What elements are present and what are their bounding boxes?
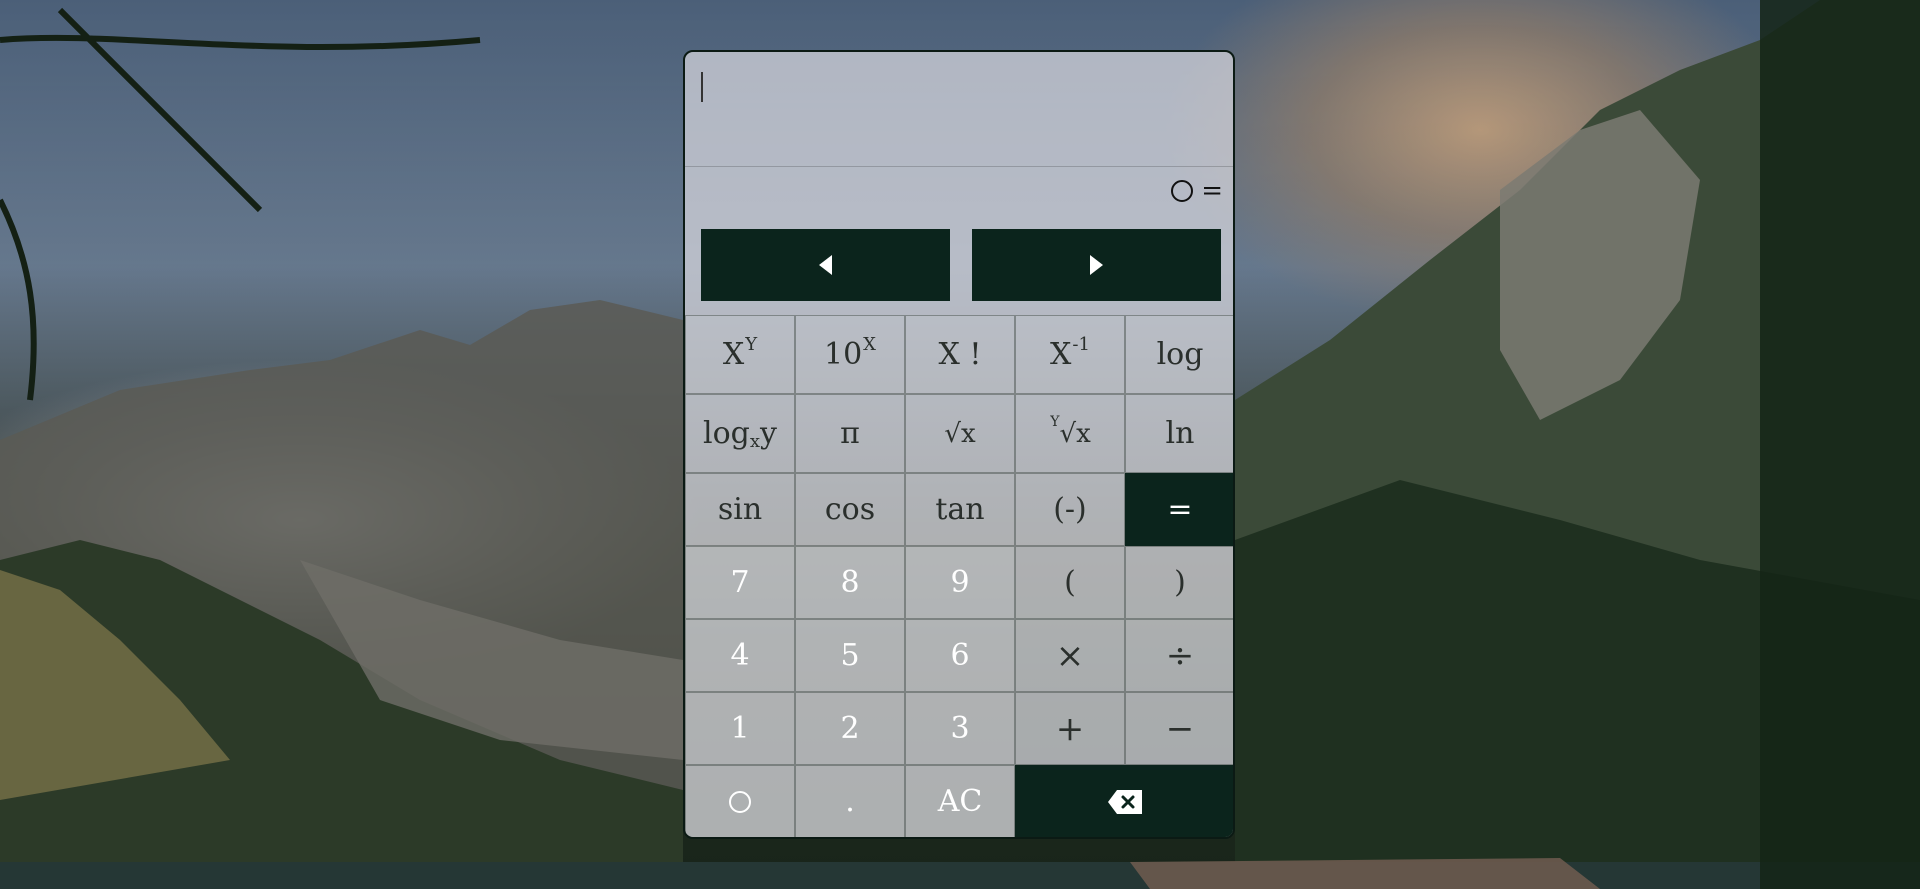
decimal-point-key[interactable]: . xyxy=(795,765,905,837)
nth-root-key-index: Y xyxy=(1050,413,1060,430)
backspace-key[interactable] xyxy=(1015,765,1233,837)
digit-0-key[interactable] xyxy=(685,765,795,837)
log-key[interactable]: log xyxy=(1125,315,1233,394)
logxy-key-base: x xyxy=(749,431,761,452)
digit-1-key[interactable]: 1 xyxy=(685,692,795,765)
power-key[interactable]: XY xyxy=(685,315,795,394)
digit-6-key[interactable]: 6 xyxy=(905,619,1015,692)
factorial-key-bang: ! xyxy=(969,337,982,372)
digit-2-label: 2 xyxy=(840,711,860,746)
digit-9-label: 9 xyxy=(950,565,970,600)
digit-8-label: 8 xyxy=(840,565,860,600)
all-clear-label: AC xyxy=(937,784,983,819)
close-paren-label: ) xyxy=(1174,565,1186,600)
digit-4-label: 4 xyxy=(730,638,750,673)
decimal-point-label: . xyxy=(845,784,855,819)
factorial-key[interactable]: X ! xyxy=(905,315,1015,394)
ten-power-key-base: 10 xyxy=(823,337,863,372)
calculator-window: = XY 10 X X ! X -1 log log x y π √x Y √x… xyxy=(683,50,1235,839)
digit-5-key[interactable]: 5 xyxy=(795,619,905,692)
multiply-key[interactable]: × xyxy=(1015,619,1125,692)
result-equals-sign: = xyxy=(1201,176,1223,206)
reciprocal-key[interactable]: X -1 xyxy=(1015,315,1125,394)
reciprocal-key-base: X xyxy=(1050,337,1072,372)
cursor-left-button[interactable] xyxy=(701,229,950,301)
ten-power-key[interactable]: 10 X xyxy=(795,315,905,394)
plus-label: + xyxy=(1055,708,1085,749)
pi-key[interactable]: π xyxy=(795,394,905,473)
ln-key-label: ln xyxy=(1165,416,1195,451)
negate-key-label: (-) xyxy=(1053,492,1087,527)
negate-key[interactable]: (-) xyxy=(1015,473,1125,546)
logxy-key-log: log xyxy=(703,416,750,451)
digit-7-label: 7 xyxy=(730,565,750,600)
digit-2-key[interactable]: 2 xyxy=(795,692,905,765)
ln-key[interactable]: ln xyxy=(1125,394,1233,473)
multiply-label: × xyxy=(1055,635,1085,676)
power-key-base: X xyxy=(722,337,745,372)
digit-7-key[interactable]: 7 xyxy=(685,546,795,619)
digit-0-label xyxy=(729,790,751,813)
plus-key[interactable]: + xyxy=(1015,692,1125,765)
sqrt-key-label: √x xyxy=(944,418,976,449)
tan-key-label: tan xyxy=(935,492,985,527)
open-paren-key[interactable]: ( xyxy=(1015,546,1125,619)
minus-label: − xyxy=(1165,708,1195,749)
minus-key[interactable]: − xyxy=(1125,692,1233,765)
tan-key[interactable]: tan xyxy=(905,473,1015,546)
nth-root-key[interactable]: Y √x xyxy=(1015,394,1125,473)
digit-5-label: 5 xyxy=(840,638,860,673)
backspace-icon xyxy=(1108,789,1142,814)
cursor-right-button[interactable] xyxy=(972,229,1221,301)
reciprocal-key-exp: -1 xyxy=(1072,334,1090,355)
pi-key-label: π xyxy=(840,416,860,451)
digit-9-key[interactable]: 9 xyxy=(905,546,1015,619)
nth-root-key-label: √x xyxy=(1059,418,1091,449)
power-key-exp: Y xyxy=(745,334,758,355)
close-paren-key[interactable]: ) xyxy=(1125,546,1233,619)
log-key-label: log xyxy=(1156,337,1204,372)
equals-key-label: = xyxy=(1167,492,1193,527)
digit-6-label: 6 xyxy=(950,638,970,673)
result-line: = xyxy=(1171,176,1223,206)
keypad: XY 10 X X ! X -1 log log x y π √x Y √x ln xyxy=(685,315,1233,837)
equals-key[interactable]: = xyxy=(1125,473,1233,546)
triangle-right-icon xyxy=(1090,255,1103,275)
digit-3-key[interactable]: 3 xyxy=(905,692,1015,765)
ten-power-key-exp: X xyxy=(863,334,876,355)
digit-1-label: 1 xyxy=(730,711,750,746)
logxy-key-y: y xyxy=(760,416,777,451)
divide-key[interactable]: ÷ xyxy=(1125,619,1233,692)
factorial-key-x: X xyxy=(938,337,960,372)
digit-8-key[interactable]: 8 xyxy=(795,546,905,619)
all-clear-key[interactable]: AC xyxy=(905,765,1015,837)
digit-3-label: 3 xyxy=(950,711,970,746)
text-cursor xyxy=(701,72,703,102)
sqrt-key[interactable]: √x xyxy=(905,394,1015,473)
result-value-zero xyxy=(1171,180,1194,202)
cos-key[interactable]: cos xyxy=(795,473,905,546)
sin-key[interactable]: sin xyxy=(685,473,795,546)
sin-key-label: sin xyxy=(717,492,763,527)
open-paren-label: ( xyxy=(1064,565,1076,600)
expression-display[interactable] xyxy=(685,52,1233,167)
logxy-key[interactable]: log x y xyxy=(685,394,795,473)
digit-4-key[interactable]: 4 xyxy=(685,619,795,692)
divide-label: ÷ xyxy=(1165,635,1195,676)
triangle-left-icon xyxy=(819,255,832,275)
cos-key-label: cos xyxy=(824,492,876,527)
